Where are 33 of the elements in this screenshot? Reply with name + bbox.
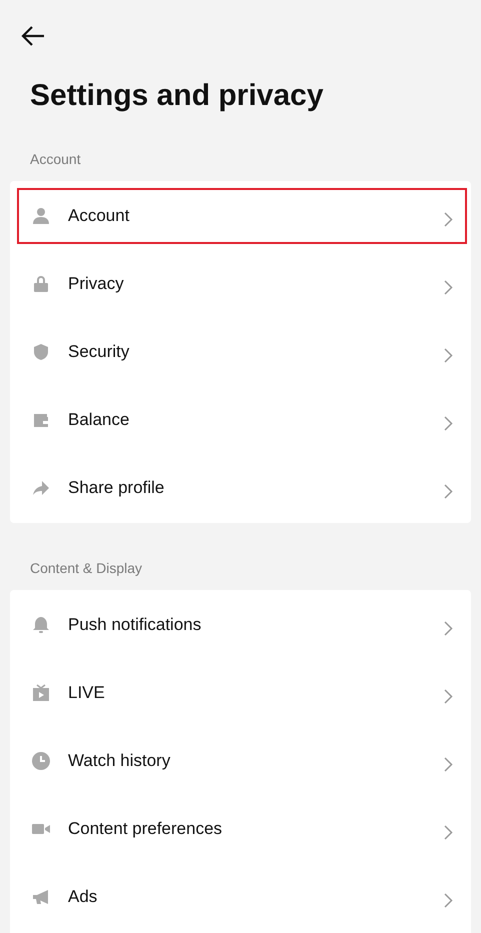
chevron-icon	[444, 484, 453, 498]
settings-row[interactable]: LIVE	[17, 665, 467, 721]
settings-row[interactable]: Balance	[17, 392, 467, 448]
lock-icon	[32, 275, 50, 293]
tv-icon	[32, 684, 50, 702]
clock-icon	[32, 752, 50, 770]
chevron-icon	[444, 212, 453, 226]
chevron-icon	[444, 348, 453, 362]
settings-row[interactable]: Push notifications	[17, 597, 467, 653]
settings-row[interactable]: Share profile	[17, 460, 467, 516]
share-arrow-icon	[32, 479, 50, 497]
settings-row[interactable]: Privacy	[17, 256, 467, 312]
section-heading: Content & Display	[30, 559, 142, 577]
chevron-icon	[444, 620, 453, 636]
wallet-icon	[32, 411, 50, 429]
chevron-icon	[444, 892, 453, 908]
section-heading: Account	[30, 150, 81, 168]
chevron-icon	[444, 756, 453, 772]
settings-row[interactable]: Security	[17, 324, 467, 380]
settings-row[interactable]: Watch history	[17, 733, 467, 789]
settings-row[interactable]: Ads	[17, 869, 467, 925]
chevron-icon	[444, 280, 453, 294]
back-arrow-icon[interactable]	[21, 26, 45, 46]
chevron-icon	[444, 824, 453, 840]
page-title: Settings and privacy	[30, 78, 324, 114]
megaphone-icon	[32, 888, 50, 906]
shield-icon	[32, 343, 50, 361]
settings-row[interactable]: Content preferences	[17, 801, 467, 857]
chevron-icon	[444, 416, 453, 430]
person-icon	[32, 207, 50, 225]
bell-icon	[32, 616, 50, 634]
chevron-icon	[444, 688, 453, 704]
settings-row[interactable]: Account	[17, 188, 467, 244]
